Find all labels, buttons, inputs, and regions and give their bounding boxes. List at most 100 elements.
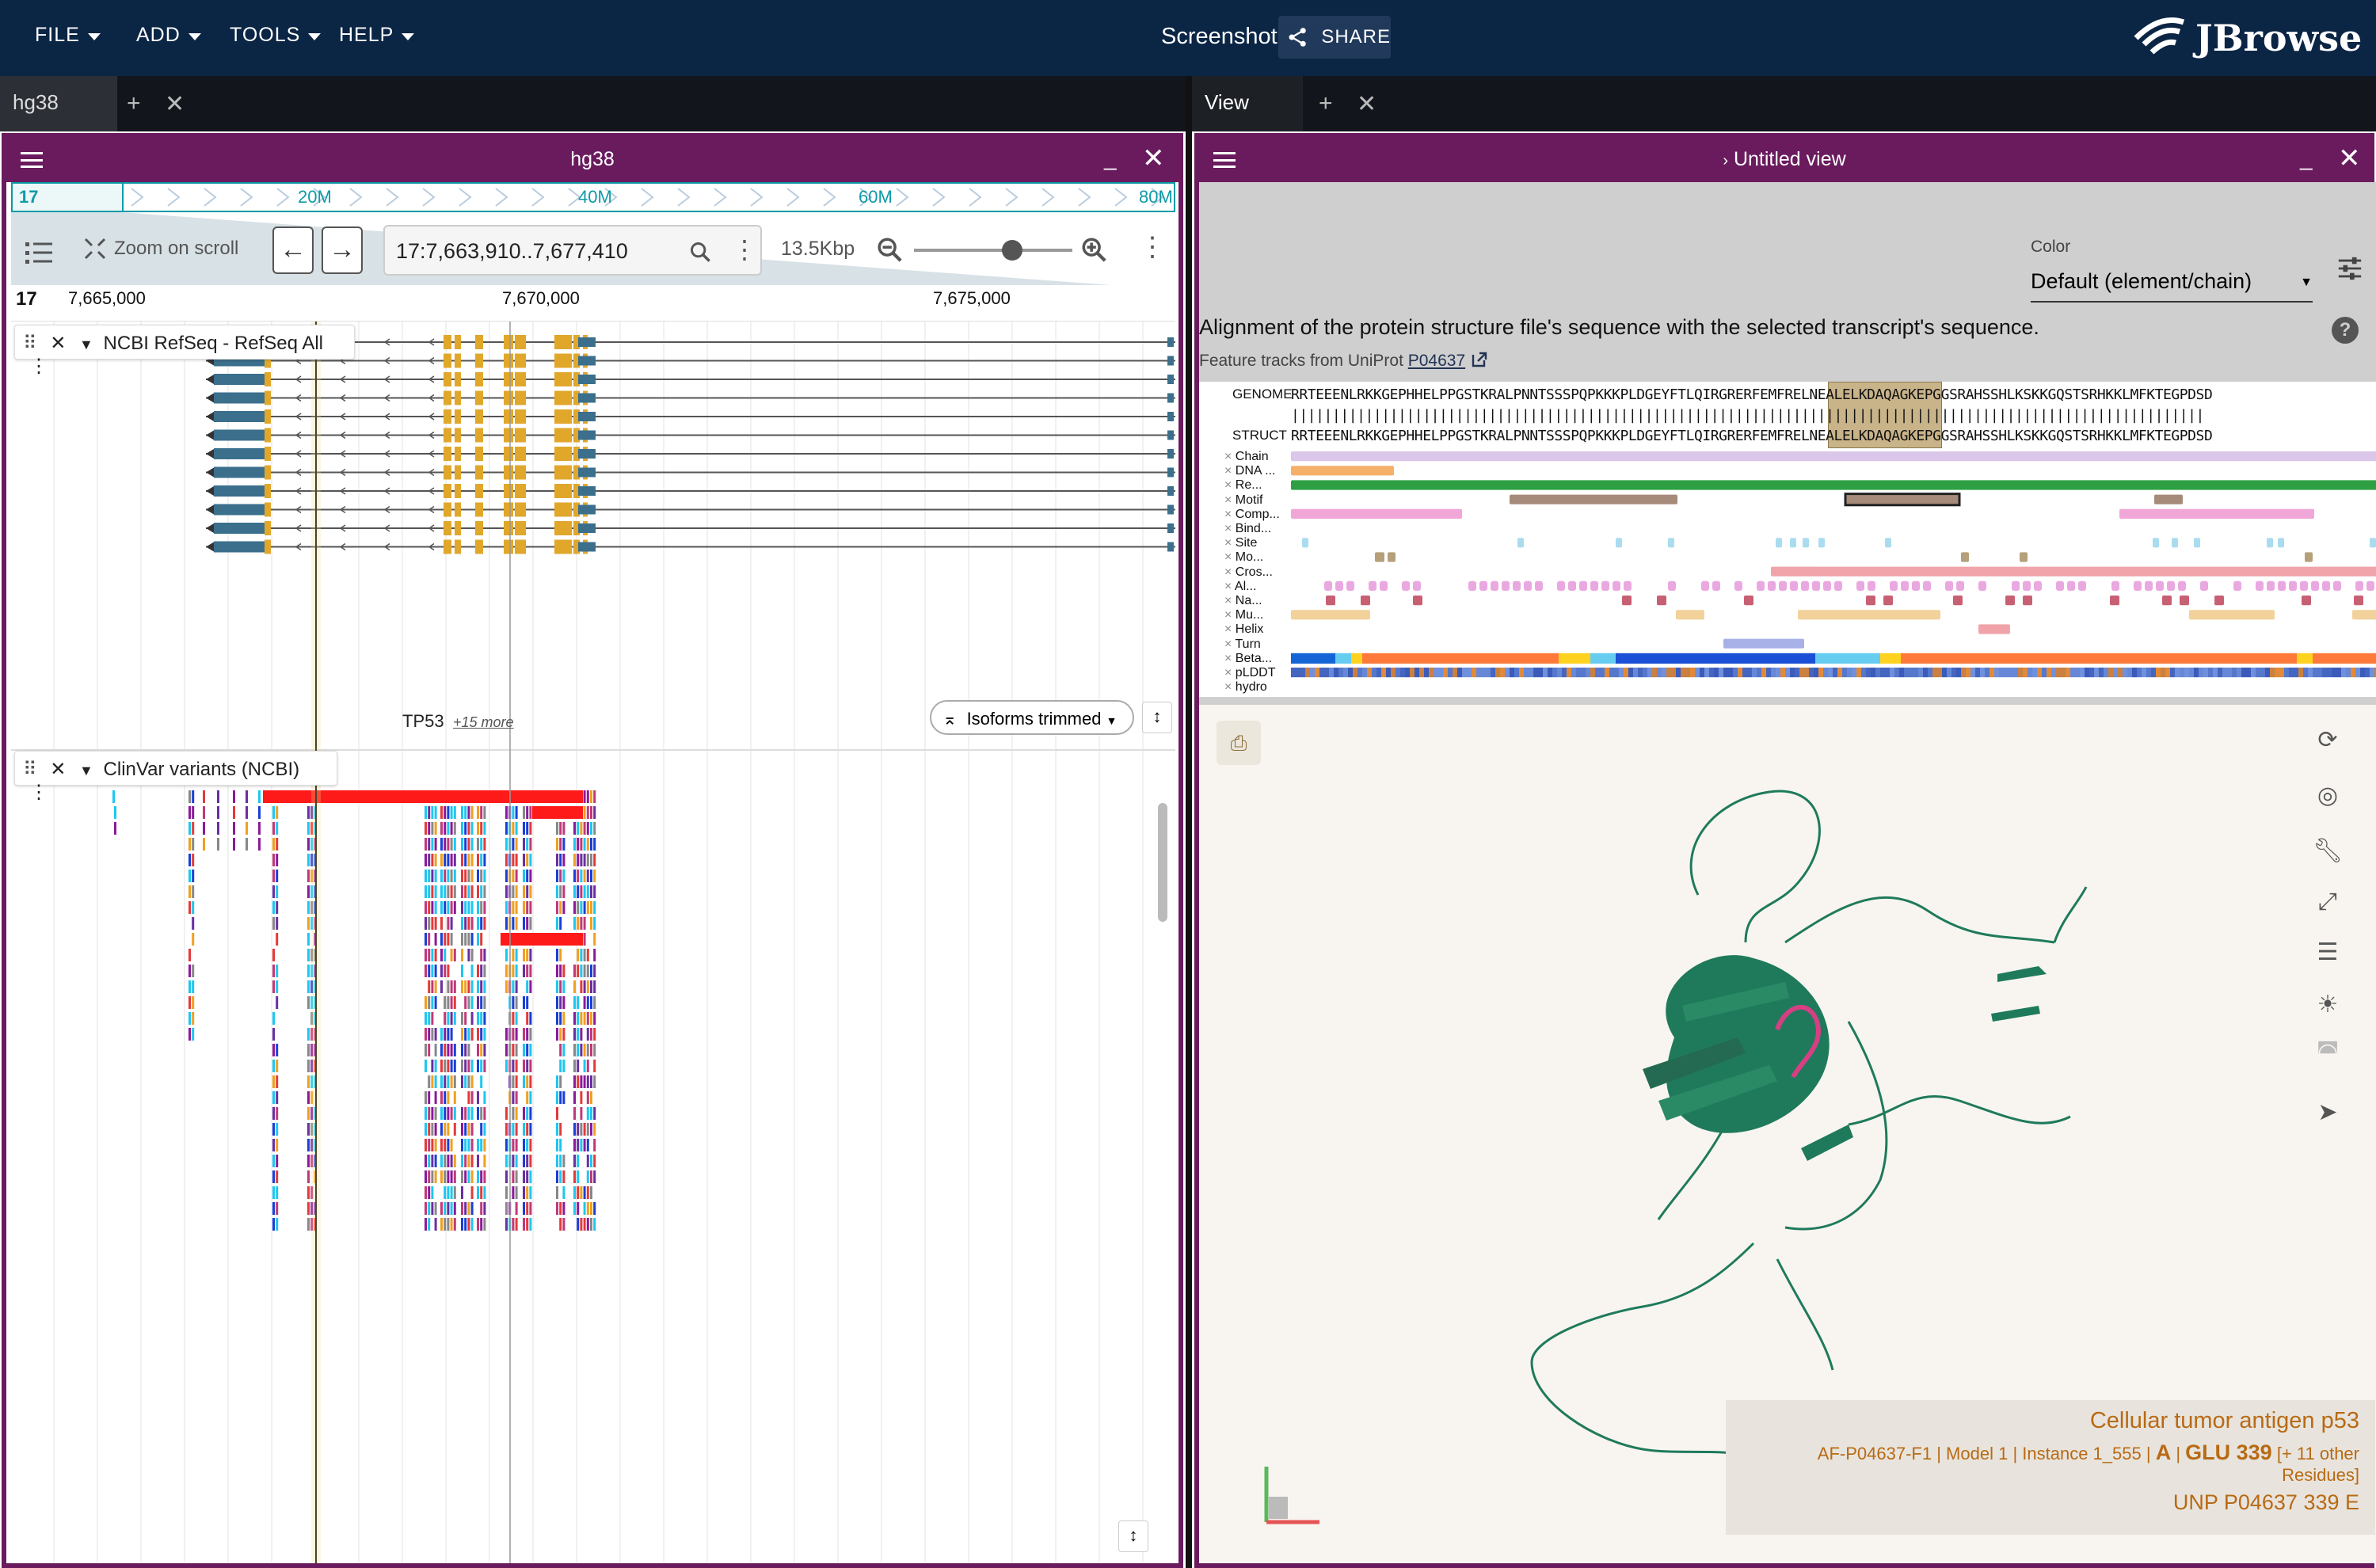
close-tab-icon[interactable]: ✕ <box>165 90 185 118</box>
close-icon[interactable]: × <box>1224 666 1236 679</box>
zoom-slider-thumb[interactable] <box>1002 240 1022 261</box>
help-icon[interactable]: ? <box>2332 317 2359 344</box>
zoom-out-icon[interactable] <box>876 236 903 263</box>
close-icon[interactable]: × <box>1224 637 1236 651</box>
variant-mark <box>562 901 565 914</box>
alt-sequence-feature <box>1380 580 1388 591</box>
close-icon[interactable]: × <box>1224 580 1235 593</box>
arrow-right-icon[interactable]: → <box>322 226 363 274</box>
tab-view[interactable]: View <box>1192 76 1303 131</box>
track-selector-icon[interactable] <box>25 241 52 265</box>
view-options-icon[interactable]: ⋮ <box>1139 231 1166 263</box>
variant-mark <box>480 1170 483 1183</box>
more-vert-icon[interactable]: ⋮ <box>29 356 48 377</box>
hydrophobicity-segment <box>2213 668 2218 678</box>
tab-hg38[interactable]: hg38 <box>0 76 117 131</box>
variant-mark <box>461 1123 463 1136</box>
external-link-icon[interactable] <box>1470 350 1489 369</box>
panel-divider[interactable] <box>1186 76 1192 1568</box>
close-icon[interactable]: × <box>1224 622 1236 636</box>
wrench-icon[interactable]: 🔧︎ <box>2308 832 2347 871</box>
drag-handle-icon[interactable]: ⠿ <box>23 333 37 354</box>
close-icon[interactable]: × <box>1224 464 1236 478</box>
resize-track-icon[interactable]: ↕ <box>1118 1520 1148 1552</box>
menu-file[interactable]: FILE <box>35 24 101 47</box>
variant-mark <box>450 1028 453 1041</box>
chevron-down-icon[interactable]: ▼ <box>79 763 93 778</box>
zoom-in-icon[interactable] <box>1080 236 1107 263</box>
zoom-on-scroll-toggle[interactable]: Zoom on scroll <box>84 238 238 260</box>
settings-icon[interactable] <box>2336 255 2363 282</box>
variant-mark <box>258 822 261 835</box>
close-icon[interactable]: × <box>1224 536 1236 550</box>
chevron-right-icon[interactable]: › <box>1723 152 1728 169</box>
close-icon[interactable]: × <box>1224 550 1236 564</box>
drag-handle-icon[interactable]: ⠿ <box>23 759 37 780</box>
variant-mark <box>577 1075 580 1088</box>
sliders-icon[interactable]: ☰ <box>2308 933 2347 972</box>
close-icon[interactable]: × <box>1224 450 1236 463</box>
close-icon[interactable]: × <box>1224 493 1236 507</box>
struct-sequence[interactable]: RRTEEENLRKKGEPHHELPPGSTKRALPNNTSSSPQPKKK… <box>1291 428 2376 444</box>
menu-add[interactable]: ADD <box>136 24 201 47</box>
modified-residue-feature <box>2020 552 2028 562</box>
share-button[interactable]: SHARE <box>1278 16 1391 59</box>
add-tab-icon[interactable]: + <box>1319 90 1333 117</box>
close-icon[interactable]: × <box>1224 478 1236 492</box>
add-tab-icon[interactable]: + <box>127 90 141 117</box>
zoom-slider[interactable] <box>914 240 1072 261</box>
genome-sequence[interactable]: RRTEEENLRKKGEPHHELPPGSTKRALPNNTSSSPQPKKK… <box>1291 386 2376 403</box>
reset-icon[interactable]: ⟳ <box>2308 721 2347 760</box>
variant-mark <box>526 1139 529 1151</box>
hydrophobicity-segment <box>1571 668 1576 678</box>
close-icon[interactable]: × <box>1224 680 1236 694</box>
location-search-input[interactable]: 17:7,663,910..7,677,410 ⋮ <box>383 225 762 276</box>
arrow-left-icon[interactable]: ← <box>272 226 314 274</box>
variant-mark <box>464 1060 467 1072</box>
expand-icon[interactable]: ⤢ <box>2308 882 2347 922</box>
close-icon[interactable]: × <box>1224 594 1236 607</box>
close-icon[interactable]: ✕ <box>1142 143 1165 174</box>
close-icon[interactable]: ✕ <box>2338 143 2361 174</box>
variant-mark <box>276 854 279 866</box>
more-vert-icon[interactable]: ⋮ <box>29 782 48 803</box>
menu-help[interactable]: HELP <box>339 24 415 47</box>
caret-down-icon <box>188 33 201 40</box>
color-select[interactable]: Default (element/chain) ▼ <box>2031 261 2313 303</box>
search-icon[interactable] <box>689 241 711 263</box>
track-scrollbar[interactable] <box>1158 803 1167 922</box>
close-icon[interactable]: × <box>1224 522 1236 535</box>
cursor-icon[interactable]: ➤ <box>2308 1093 2347 1132</box>
uniprot-link[interactable]: P04637 <box>1408 352 1465 370</box>
session-title[interactable]: Screenshot <box>1161 24 1277 50</box>
more-vert-icon[interactable]: ⋮ <box>732 234 757 265</box>
strand-arrow <box>206 542 214 552</box>
minimize-icon[interactable]: _ <box>1104 146 1117 171</box>
minimize-icon[interactable]: _ <box>2300 146 2313 171</box>
camera-icon[interactable]: ◎ <box>2308 776 2347 816</box>
close-icon[interactable]: × <box>1224 652 1236 665</box>
more-isoforms-link[interactable]: +15 more <box>453 714 514 731</box>
menu-tools[interactable]: TOOLS <box>230 24 322 47</box>
resize-track-icon[interactable]: ↕ <box>1142 702 1172 733</box>
gene-label[interactable]: TP53 <box>402 711 444 732</box>
close-icon[interactable]: × <box>1224 508 1236 521</box>
view-title[interactable]: Untitled view <box>1734 148 1846 170</box>
variant-mark <box>203 806 205 819</box>
molstar-3d-viewer[interactable]: ⎙ ⟳ ◎ 🔧︎ ⤢ ☰ ☀ ◚ ➤ Cellular tumor antige… <box>1199 705 2376 1563</box>
cds-block <box>444 353 451 368</box>
variant-mark <box>505 1155 508 1167</box>
chevron-down-icon[interactable]: ▼ <box>79 337 93 352</box>
isoforms-trimmed-button[interactable]: ⌅ Isoforms trimmed ▼ <box>930 700 1134 735</box>
close-icon[interactable]: × <box>1224 565 1236 579</box>
variant-mark <box>434 965 437 977</box>
variant-mark <box>428 870 431 882</box>
close-icon[interactable]: × <box>1224 608 1236 622</box>
close-tab-icon[interactable]: ✕ <box>1357 90 1376 118</box>
close-icon[interactable]: ✕ <box>50 333 66 354</box>
close-icon[interactable]: ✕ <box>50 759 66 780</box>
light-icon[interactable]: ☀ <box>2308 985 2347 1025</box>
variant-mark <box>467 1202 470 1215</box>
variant-mark <box>483 1202 486 1215</box>
overview-scalebar[interactable]: 17 20M 40M 60M 80M <box>11 182 1175 212</box>
